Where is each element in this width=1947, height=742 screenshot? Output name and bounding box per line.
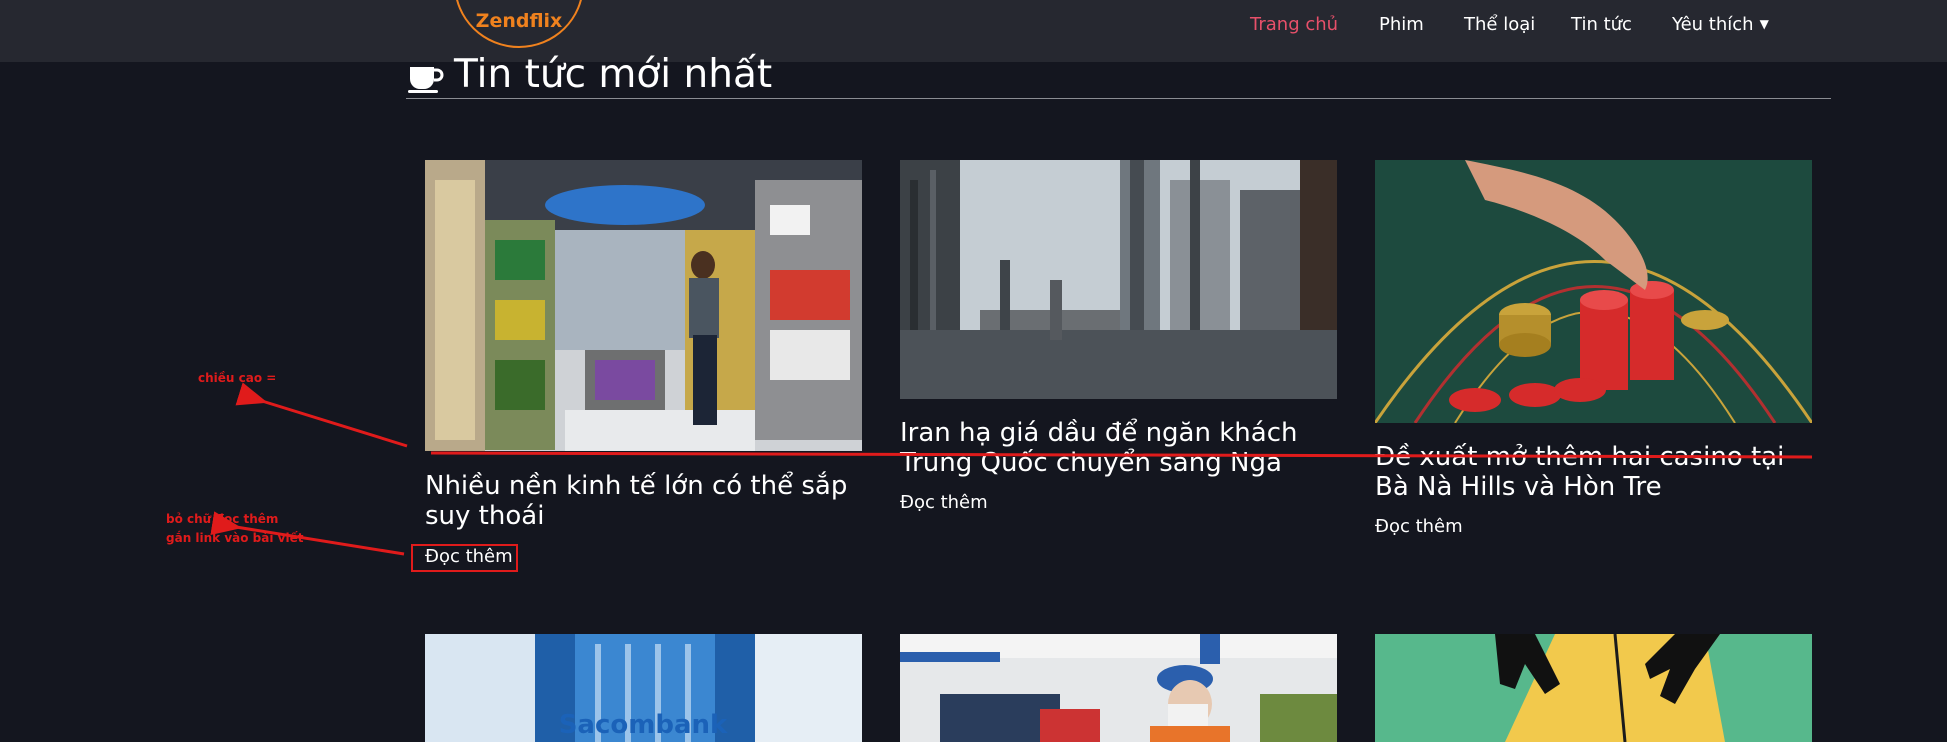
read-more-link[interactable]: Đọc thêm [900, 492, 988, 513]
logo[interactable]: Zendflix [454, 0, 584, 48]
nav-item-home[interactable]: Trang chủ [1250, 14, 1338, 35]
article-image-casino[interactable] [1375, 160, 1812, 423]
annotation-remove-note-line1: bỏ chữ đọc thêm [166, 512, 279, 526]
article-title[interactable]: Nhiều nền kinh tế lớn có thể sắp suy tho… [425, 471, 862, 531]
sacombank-sign: Sacombank [559, 710, 728, 740]
article-image-refinery[interactable] [900, 160, 1337, 399]
nav-item-genres[interactable]: Thể loại [1464, 14, 1535, 35]
section-title: Tin tức mới nhất [454, 52, 773, 97]
article-image-supermarket[interactable] [425, 160, 862, 451]
nav-item-movies[interactable]: Phim [1379, 14, 1424, 35]
logo-text: Zendflix [475, 10, 563, 32]
annotation-highlight-box [411, 544, 518, 572]
article-image-gas-station[interactable] [900, 634, 1337, 742]
nav-item-news[interactable]: Tin tức [1571, 14, 1632, 35]
nav-item-favorites[interactable]: Yêu thích ▼ [1672, 14, 1769, 35]
annotation-remove-note-line2: gắn link vào bài viết [166, 531, 304, 545]
article-title[interactable]: Đề xuất mở thêm hai casino tại Bà Nà Hil… [1375, 442, 1812, 502]
annotation-height-note: chiều cao = [198, 371, 277, 385]
article-image-hands-illustration[interactable] [1375, 634, 1812, 742]
chevron-down-icon: ▼ [1759, 17, 1769, 31]
read-more-link[interactable]: Đọc thêm [1375, 516, 1463, 537]
coffee-cup-icon [408, 67, 444, 93]
article-title[interactable]: Iran hạ giá dầu để ngăn khách Trung Quốc… [900, 418, 1337, 478]
site-header: Zendflix Trang chủ Phim Thể loại Tin tức… [0, 0, 1947, 62]
nav-item-favorites-label: Yêu thích [1672, 14, 1754, 35]
title-divider [406, 98, 1831, 99]
article-image-sacombank[interactable]: Sacombank [425, 634, 862, 742]
height-arrow [235, 382, 408, 448]
